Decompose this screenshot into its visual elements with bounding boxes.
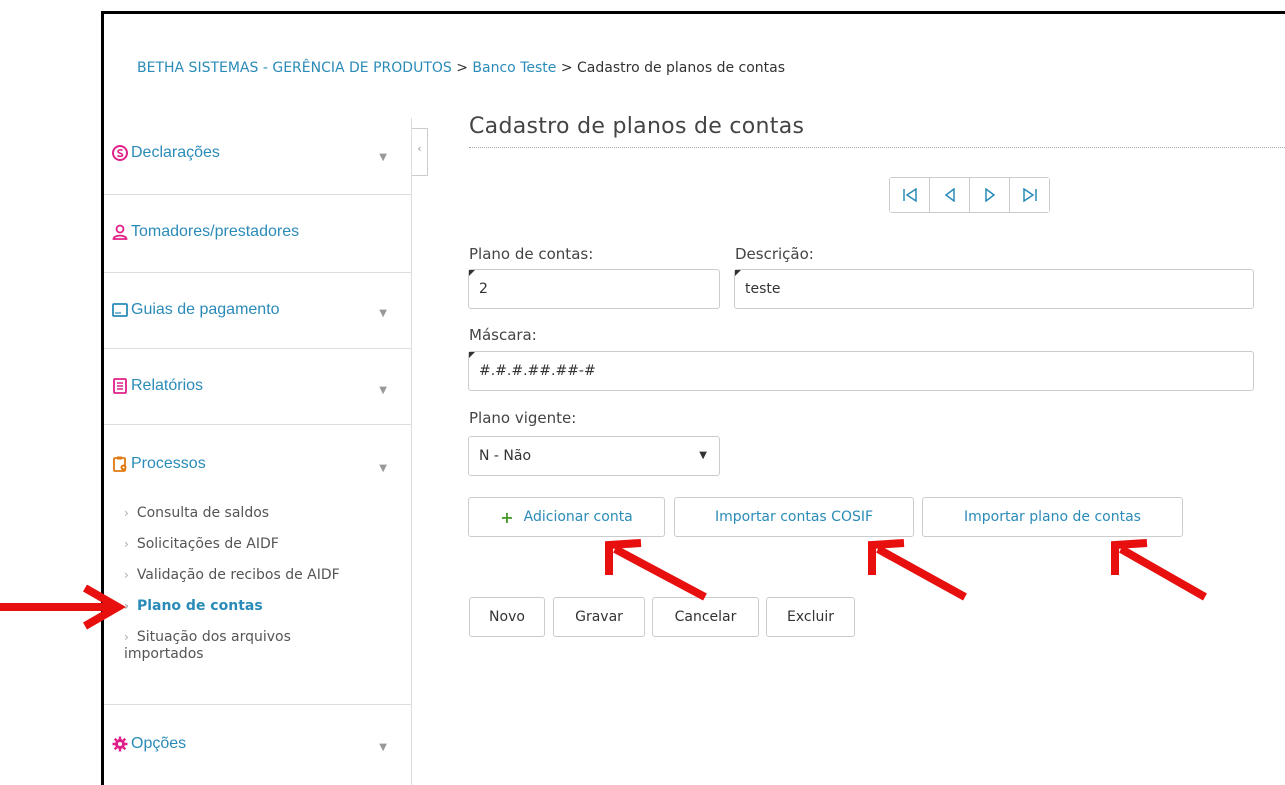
record-navigation xyxy=(889,177,1050,213)
collapse-sidebar-toggle[interactable]: ‹ xyxy=(412,128,428,176)
breadcrumb-bank-link[interactable]: Banco Teste xyxy=(472,60,556,76)
sidebar: Declarações ▼ Tomadores/prestadores Guia… xyxy=(104,118,412,785)
add-account-button[interactable]: + Adicionar conta xyxy=(468,497,665,537)
submenu-item-situacao-arquivos[interactable]: › Situação dos arquivos importados xyxy=(124,629,354,663)
annotation-arrow-icon xyxy=(868,539,967,601)
sidebar-item-relatorios[interactable]: Relatórios ▼ xyxy=(104,349,411,425)
annotation-arrow-right-icon xyxy=(0,585,127,630)
chevron-down-icon: ▼ xyxy=(379,385,387,396)
descricao-input[interactable]: teste xyxy=(734,269,1254,309)
submenu-item-solicitacoes-aidf[interactable]: › Solicitações de AIDF xyxy=(124,536,279,552)
sidebar-item-opcoes[interactable]: Opções ▼ xyxy=(104,705,411,785)
last-record-button[interactable] xyxy=(1010,178,1049,212)
plano-de-contas-input[interactable]: 2 xyxy=(468,269,720,309)
next-record-button[interactable] xyxy=(970,178,1010,212)
submenu-item-plano-de-contas[interactable]: › Plano de contas xyxy=(124,598,263,614)
sidebar-item-label: Processos xyxy=(131,455,206,472)
sidebar-item-label: Declarações xyxy=(131,144,220,161)
import-cosif-button[interactable]: Importar contas COSIF xyxy=(674,497,914,537)
page-title: Cadastro de planos de contas xyxy=(469,114,805,139)
sidebar-item-label: Tomadores/prestadores xyxy=(131,223,300,240)
chevron-down-icon: ▼ xyxy=(379,308,387,319)
sidebar-item-label: Opções xyxy=(131,735,187,752)
sidebar-item-guias[interactable]: Guias de pagamento ▼ xyxy=(104,273,411,349)
breadcrumb: BETHA SISTEMAS - GERÊNCIA DE PRODUTOS > … xyxy=(137,60,786,76)
sidebar-item-tomadores[interactable]: Tomadores/prestadores xyxy=(104,195,411,273)
chevron-down-icon: ▼ xyxy=(379,152,387,163)
clipboard-gear-icon xyxy=(113,456,127,472)
import-plan-button[interactable]: Importar plano de contas xyxy=(922,497,1183,537)
first-record-button[interactable] xyxy=(890,178,930,212)
gear-icon xyxy=(112,736,128,752)
breadcrumb-current: Cadastro de planos de contas xyxy=(577,60,786,76)
annotation-arrow-icon xyxy=(605,539,707,601)
annotation-arrow-icon xyxy=(1111,539,1207,601)
dropdown-arrow-icon: ▼ xyxy=(699,450,707,461)
plano-vigente-label: Plano vigente: xyxy=(469,409,577,427)
previous-record-button[interactable] xyxy=(930,178,970,212)
skip-first-icon xyxy=(902,188,917,202)
selected-option: N - Não xyxy=(479,448,532,464)
user-icon xyxy=(112,224,128,240)
document-icon xyxy=(113,378,127,394)
chevron-right-icon: › xyxy=(124,506,129,520)
plano-de-contas-label: Plano de contas: xyxy=(469,245,594,263)
sidebar-item-label: Relatórios xyxy=(131,377,204,394)
descricao-label: Descrição: xyxy=(735,245,814,263)
sidebar-item-declaracoes[interactable]: Declarações ▼ xyxy=(104,118,411,195)
new-button[interactable]: Novo xyxy=(469,597,545,637)
chevron-right-icon: › xyxy=(124,537,129,551)
mascara-input[interactable]: #.#.#.##.##-# xyxy=(468,351,1254,391)
divider xyxy=(469,147,1285,148)
breadcrumb-root-link[interactable]: BETHA SISTEMAS - GERÊNCIA DE PRODUTOS xyxy=(137,60,452,76)
dollar-circle-icon xyxy=(112,145,128,161)
delete-button[interactable]: Excluir xyxy=(766,597,855,637)
barcode-icon xyxy=(112,303,128,317)
chevron-down-icon: ▼ xyxy=(379,463,387,474)
mascara-label: Máscara: xyxy=(469,326,537,344)
chevron-down-icon: ▼ xyxy=(379,742,387,753)
chevron-right-icon: › xyxy=(124,568,129,582)
triangle-left-icon xyxy=(944,188,955,202)
plus-icon: + xyxy=(500,507,514,527)
chevron-right-icon: › xyxy=(124,630,129,644)
triangle-right-icon xyxy=(984,188,995,202)
sidebar-item-processos[interactable]: Processos ▼ › Consulta de saldos › Solicit… xyxy=(104,425,411,705)
submenu-item-consulta-saldos[interactable]: › Consulta de saldos xyxy=(124,505,269,521)
plano-vigente-select[interactable]: N - Não ▼ xyxy=(468,436,720,476)
sidebar-item-label: Guias de pagamento xyxy=(131,301,280,318)
submenu-item-validacao-recibos[interactable]: › Validação de recibos de AIDF xyxy=(124,567,340,583)
skip-last-icon xyxy=(1022,188,1037,202)
